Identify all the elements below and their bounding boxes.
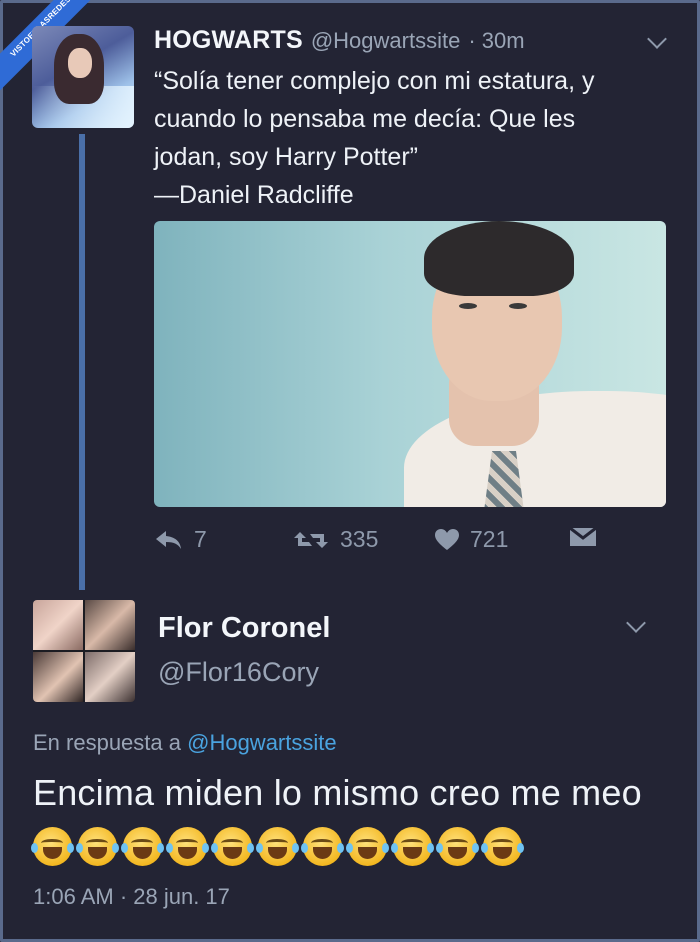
tweet1-time[interactable]: · 30m xyxy=(468,28,524,54)
envelope-icon xyxy=(569,526,597,546)
reply-icon xyxy=(156,530,181,549)
tweet2-author-name[interactable]: Flor Coronel xyxy=(158,612,330,645)
reply-button[interactable]: 7 xyxy=(154,526,207,553)
thread-line xyxy=(79,134,85,590)
tears-of-joy-emoji-icon xyxy=(76,827,119,866)
emoji-row xyxy=(31,827,524,866)
tweet1-action-bar: 7 335 721 xyxy=(154,526,604,562)
tears-of-joy-emoji-icon xyxy=(346,827,389,866)
tweet2-author-handle[interactable]: @Flor16Cory xyxy=(158,657,319,688)
reply-mention-link[interactable]: @Hogwartssite xyxy=(187,730,337,755)
tears-of-joy-emoji-icon xyxy=(391,827,434,866)
retweet-count: 335 xyxy=(340,526,379,552)
direct-message-button[interactable] xyxy=(568,526,598,548)
reply-prefix: En respuesta a xyxy=(33,730,181,755)
tears-of-joy-emoji-icon xyxy=(436,827,479,866)
tears-of-joy-emoji-icon xyxy=(211,827,254,866)
tears-of-joy-emoji-icon xyxy=(301,827,344,866)
tears-of-joy-emoji-icon xyxy=(31,827,74,866)
tweet1-author-handle[interactable]: @Hogwartssite xyxy=(311,28,461,54)
flor-coronel-avatar[interactable] xyxy=(33,600,135,702)
tears-of-joy-emoji-icon xyxy=(121,827,164,866)
retweet-icon xyxy=(294,531,328,548)
tweet2-timestamp[interactable]: 1:06 AM · 28 jun. 17 xyxy=(33,884,230,910)
like-count: 721 xyxy=(470,526,509,552)
tweet1-author-name[interactable]: HOGWARTS xyxy=(154,26,303,55)
hogwarts-avatar[interactable] xyxy=(32,26,134,128)
tweet1-header: HOGWARTS @Hogwartssite · 30m xyxy=(154,26,525,55)
tweet2-text: Encima miden lo mismo creo me meo xyxy=(33,772,642,813)
heart-icon xyxy=(435,528,459,550)
like-button[interactable]: 721 xyxy=(434,526,508,553)
tears-of-joy-emoji-icon xyxy=(481,827,524,866)
tears-of-joy-emoji-icon xyxy=(256,827,299,866)
tweet1-text: “Solía tener complejo con mi estatura, y… xyxy=(154,67,595,209)
reply-count: 7 xyxy=(194,526,207,552)
tweet1-photo[interactable] xyxy=(154,221,666,507)
tears-of-joy-emoji-icon xyxy=(166,827,209,866)
retweet-button[interactable]: 335 xyxy=(292,526,378,553)
reply-context: En respuesta a @Hogwartssite xyxy=(33,730,337,756)
